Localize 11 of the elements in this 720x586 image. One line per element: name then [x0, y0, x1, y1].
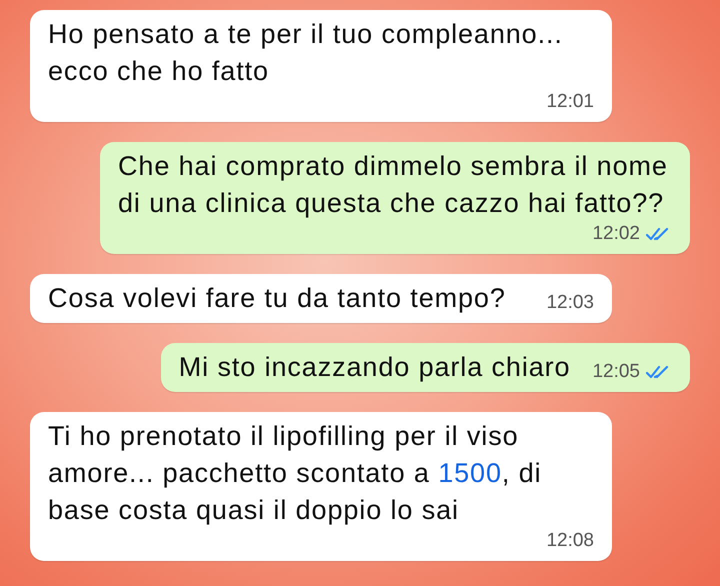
message-text: Cosa volevi fare tu da tanto tempo?	[48, 282, 506, 315]
message-text: Mi sto incazzando parla chiaro	[178, 351, 570, 384]
message-time: 12:03	[546, 291, 594, 315]
number-link[interactable]: 1500	[438, 458, 502, 488]
message-time: 12:01	[546, 90, 594, 114]
message-text: Ti ho prenotato il lipofilling per il viso amore... pacchetto scontato a 1500, di base costa quasi il doppio lo sai	[48, 420, 543, 527]
message-time: 12:05	[592, 360, 640, 384]
message-time: 12:08	[546, 529, 594, 553]
message-text: Ho pensato a te per il tuo compleanno... ecco che ho fatto	[48, 18, 564, 88]
message-time: 12:02	[592, 222, 640, 246]
message-text: Che hai comprato dimmelo sembra il nome di una clinica questa che cazzo hai fatto??	[118, 150, 669, 220]
